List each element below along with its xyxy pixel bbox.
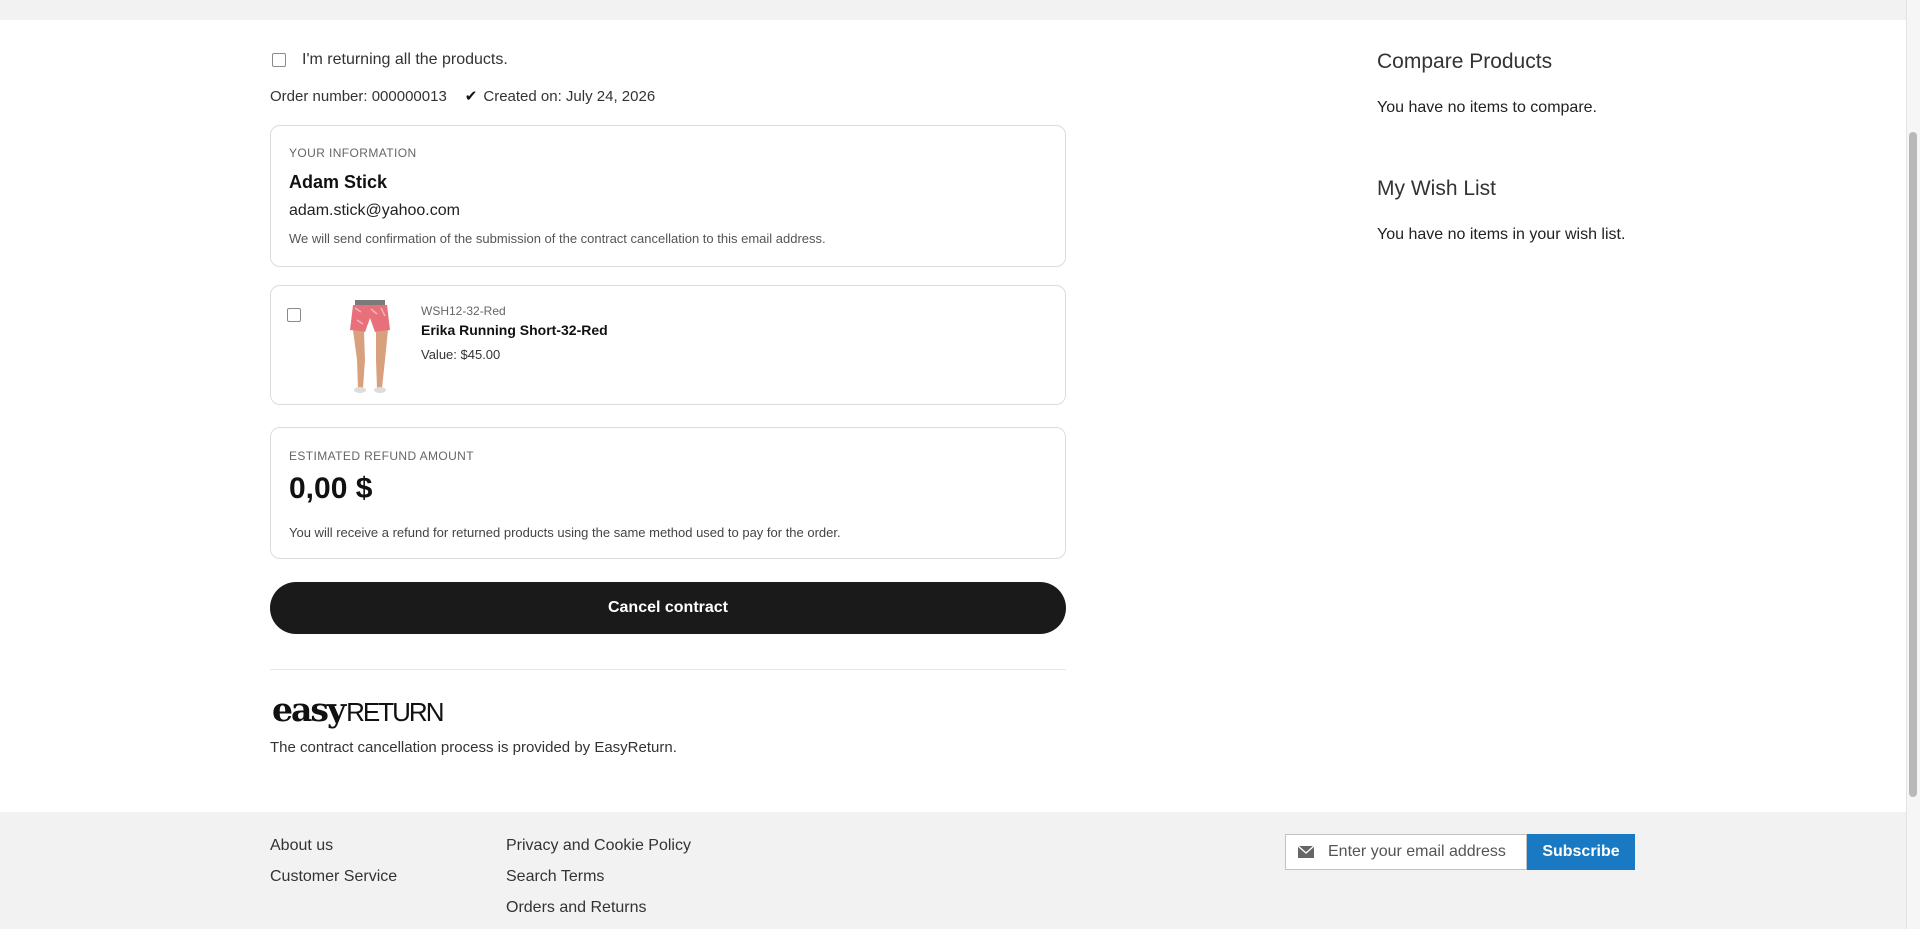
return-all-checkbox[interactable]: [272, 53, 286, 67]
envelope-icon: [1298, 846, 1314, 858]
order-meta: Order number: 000000013 ✔ Created on: Ju…: [270, 87, 656, 106]
easyreturn-logo: easy RETURN: [272, 690, 444, 730]
provider-text: The contract cancellation process is pro…: [270, 739, 677, 756]
subscribe-button[interactable]: Subscribe: [1527, 834, 1635, 870]
refund-label: ESTIMATED REFUND AMOUNT: [289, 449, 474, 463]
footer-link-about-us[interactable]: About us: [270, 837, 333, 855]
footer-link-orders-returns[interactable]: Orders and Returns: [506, 899, 647, 917]
refund-note: You will receive a refund for returned p…: [289, 525, 841, 540]
footer-link-privacy-policy[interactable]: Privacy and Cookie Policy: [506, 837, 691, 855]
product-name: Erika Running Short-32-Red: [421, 322, 608, 338]
footer-link-search-terms[interactable]: Search Terms: [506, 868, 604, 886]
compare-products-title: Compare Products: [1377, 50, 1553, 73]
order-number: Order number: 000000013: [270, 87, 447, 105]
footer-link-customer-service[interactable]: Customer Service: [270, 868, 397, 886]
product-sku: WSH12-32-Red: [421, 304, 506, 318]
logo-easy: easy: [272, 690, 346, 729]
product-item-card: WSH12-32-Red Erika Running Short-32-Red …: [270, 285, 1066, 405]
cancel-contract-button[interactable]: Cancel contract: [270, 582, 1066, 634]
page-scrollbar[interactable]: [1906, 0, 1920, 929]
wish-list-title: My Wish List: [1377, 177, 1497, 200]
product-value: Value: $45.00: [421, 347, 501, 362]
section-divider: [270, 669, 1066, 670]
return-all-label: I'm returning all the products.: [302, 51, 508, 68]
your-information-label: YOUR INFORMATION: [289, 146, 417, 160]
shorts-product-photo-icon: [341, 300, 397, 394]
scrollbar-thumb[interactable]: [1909, 132, 1917, 797]
newsletter-email-input[interactable]: [1328, 843, 1518, 861]
return-all-products-option[interactable]: I'm returning all the products.: [270, 50, 508, 70]
refund-amount: 0,00 $: [289, 472, 373, 505]
confirmation-note: We will send confirmation of the submiss…: [289, 231, 826, 246]
newsletter-email-box[interactable]: [1285, 834, 1527, 870]
created-on: Created on: July 24, 2026: [483, 87, 656, 105]
page-footer: About us Customer Service Privacy and Co…: [0, 812, 1906, 929]
customer-email: adam.stick@yahoo.com: [289, 202, 460, 219]
top-strip: [0, 0, 1906, 20]
customer-name: Adam Stick: [289, 172, 388, 192]
wish-list-empty: You have no items in your wish list.: [1377, 226, 1626, 243]
logo-return: RETURN: [346, 697, 444, 727]
estimated-refund-card: ESTIMATED REFUND AMOUNT 0,00 $ You will …: [270, 427, 1066, 559]
product-select-checkbox[interactable]: [287, 308, 301, 322]
compare-products-empty: You have no items to compare.: [1377, 99, 1597, 116]
newsletter-form: Subscribe: [1285, 834, 1635, 870]
checkmark-icon: ✔: [464, 88, 478, 105]
your-information-card: YOUR INFORMATION Adam Stick adam.stick@y…: [270, 125, 1066, 267]
